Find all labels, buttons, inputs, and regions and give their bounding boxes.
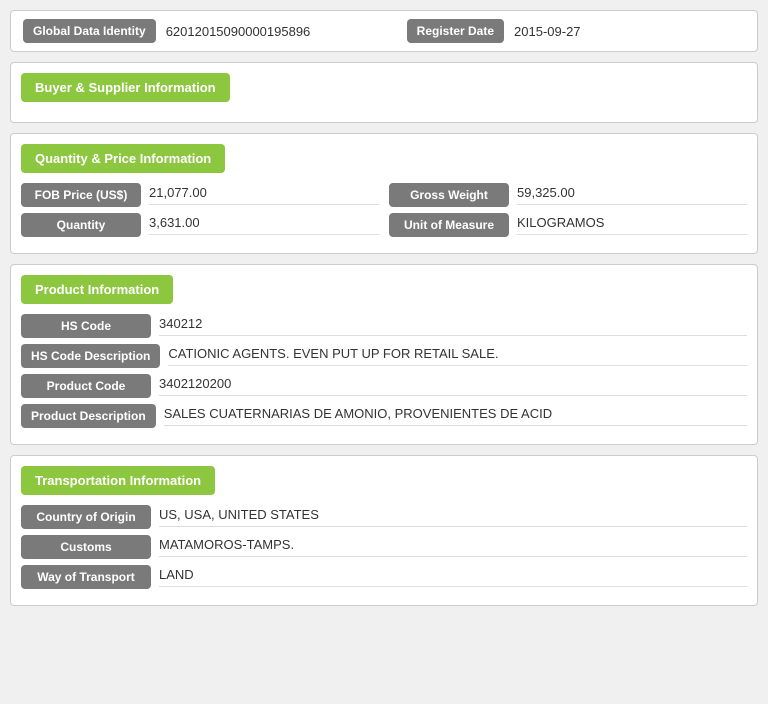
- hs-code-label: HS Code: [21, 314, 151, 338]
- way-of-transport-value: LAND: [159, 567, 747, 587]
- gross-weight-value: 59,325.00: [517, 185, 747, 205]
- customs-label: Customs: [21, 535, 151, 559]
- hs-code-desc-label: HS Code Description: [21, 344, 160, 368]
- unit-of-measure-col: Unit of Measure KILOGRAMOS: [389, 213, 747, 237]
- customs-row: Customs MATAMOROS-TAMPS.: [21, 535, 747, 559]
- gross-weight-col: Gross Weight 59,325.00: [389, 183, 747, 207]
- fob-price-label: FOB Price (US$): [21, 183, 141, 207]
- register-date-value: 2015-09-27: [514, 24, 745, 39]
- product-info-header: Product Information: [21, 275, 173, 304]
- global-data-identity-value: 62012015090000195896: [166, 24, 397, 39]
- quantity-uom-row: Quantity 3,631.00 Unit of Measure KILOGR…: [21, 213, 747, 237]
- quantity-col: Quantity 3,631.00: [21, 213, 379, 237]
- hs-code-row: HS Code 340212: [21, 314, 747, 338]
- unit-of-measure-label: Unit of Measure: [389, 213, 509, 237]
- fob-price-value: 21,077.00: [149, 185, 379, 205]
- transportation-section: Transportation Information Country of Or…: [10, 455, 758, 606]
- product-code-value: 3402120200: [159, 376, 747, 396]
- product-code-row: Product Code 3402120200: [21, 374, 747, 398]
- hs-code-desc-row: HS Code Description CATIONIC AGENTS. EVE…: [21, 344, 747, 368]
- fob-price-col: FOB Price (US$) 21,077.00: [21, 183, 379, 207]
- product-info-section: Product Information HS Code 340212 HS Co…: [10, 264, 758, 445]
- product-desc-row: Product Description SALES CUATERNARIAS D…: [21, 404, 747, 428]
- country-of-origin-label: Country of Origin: [21, 505, 151, 529]
- page-wrapper: Global Data Identity 6201201509000019589…: [10, 10, 758, 606]
- quantity-price-header: Quantity & Price Information: [21, 144, 225, 173]
- product-code-label: Product Code: [21, 374, 151, 398]
- country-of-origin-value: US, USA, UNITED STATES: [159, 507, 747, 527]
- unit-of-measure-value: KILOGRAMOS: [517, 215, 747, 235]
- hs-code-value: 340212: [159, 316, 747, 336]
- buyer-supplier-section: Buyer & Supplier Information: [10, 62, 758, 123]
- transportation-header: Transportation Information: [21, 466, 215, 495]
- fob-gross-row: FOB Price (US$) 21,077.00 Gross Weight 5…: [21, 183, 747, 207]
- hs-code-desc-value: CATIONIC AGENTS. EVEN PUT UP FOR RETAIL …: [168, 346, 747, 366]
- customs-value: MATAMOROS-TAMPS.: [159, 537, 747, 557]
- register-date-label: Register Date: [407, 19, 504, 43]
- buyer-supplier-header: Buyer & Supplier Information: [21, 73, 230, 102]
- quantity-price-section: Quantity & Price Information FOB Price (…: [10, 133, 758, 254]
- quantity-value: 3,631.00: [149, 215, 379, 235]
- global-data-identity-label: Global Data Identity: [23, 19, 156, 43]
- way-of-transport-label: Way of Transport: [21, 565, 151, 589]
- way-of-transport-row: Way of Transport LAND: [21, 565, 747, 589]
- quantity-label: Quantity: [21, 213, 141, 237]
- product-desc-label: Product Description: [21, 404, 156, 428]
- country-of-origin-row: Country of Origin US, USA, UNITED STATES: [21, 505, 747, 529]
- gross-weight-label: Gross Weight: [389, 183, 509, 207]
- identity-bar: Global Data Identity 6201201509000019589…: [10, 10, 758, 52]
- product-desc-value: SALES CUATERNARIAS DE AMONIO, PROVENIENT…: [164, 406, 747, 426]
